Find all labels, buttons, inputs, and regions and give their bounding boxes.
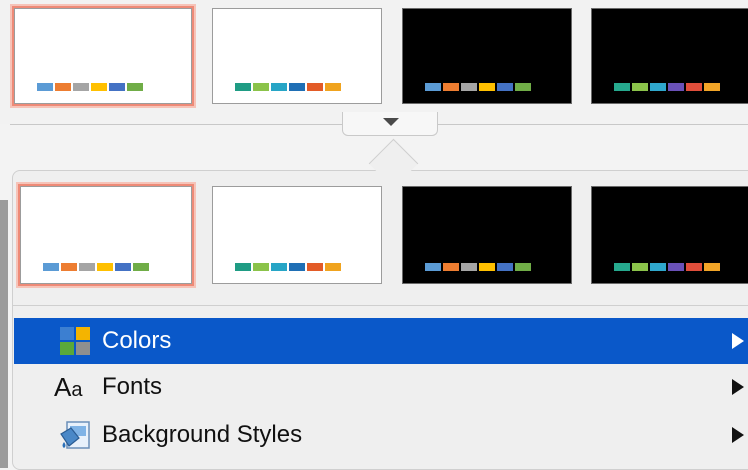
color-swatch [515,263,531,271]
color-swatch [461,83,477,91]
background-styles-icon [58,420,92,450]
color-swatch [650,83,666,91]
color-swatch [55,83,71,91]
color-swatch [497,263,513,271]
color-swatch [271,263,287,271]
color-swatch [443,263,459,271]
theme-variant-thumb[interactable] [402,8,572,104]
swatch-row [425,83,531,91]
theme-variants-strip [0,0,748,124]
dropdown-theme-variant-thumb[interactable] [402,186,572,284]
color-swatch [253,263,269,271]
window-edge [0,200,8,468]
color-swatch [479,263,495,271]
swatch-row [425,263,531,271]
color-swatch [704,83,720,91]
color-swatch [91,83,107,91]
menu-item-colors[interactable]: Colors [14,318,748,364]
color-swatch [109,83,125,91]
menu-item-fonts[interactable]: Aa Fonts [14,364,748,410]
menu-item-label: Colors [102,327,172,354]
color-swatch [443,83,459,91]
theme-variant-thumb[interactable] [12,6,194,106]
color-swatch [632,263,648,271]
font-icon-small-letter: a [71,378,83,401]
swatch-row [235,83,341,91]
submenu-arrow-icon [732,427,744,443]
color-swatch [37,83,53,91]
color-swatch [307,263,323,271]
color-swatch [686,263,702,271]
dropdown-theme-variant-thumb[interactable] [18,184,194,286]
color-swatch [668,83,684,91]
chevron-down-icon [383,118,399,126]
color-swatch [127,83,143,91]
submenu-arrow-icon [732,333,744,349]
menu-item-label: Background Styles [102,421,303,448]
color-swatch [650,263,666,271]
font-icon-big-letter: A [54,371,72,402]
swatch-row [37,83,143,91]
color-swatch [325,263,341,271]
theme-variant-thumb[interactable] [212,8,382,104]
color-swatch [425,263,441,271]
color-swatch [614,83,630,91]
submenu-arrow-icon [732,379,744,395]
color-swatch [73,83,89,91]
color-swatch [97,263,113,271]
color-swatch [686,83,702,91]
swatch-row [614,263,720,271]
color-swatch [289,83,305,91]
theme-variant-thumb[interactable] [591,8,748,104]
font-aa-icon: Aa [54,372,98,403]
color-swatch [425,83,441,91]
color-swatch [61,263,77,271]
color-swatch [253,83,269,91]
color-swatch [479,83,495,91]
color-swatch [133,263,149,271]
menu-item-label: Fonts [102,373,163,400]
menu-separator [12,305,748,306]
expand-gallery-button[interactable] [342,112,438,136]
color-swatch [307,83,323,91]
color-swatch [497,83,513,91]
color-swatch [289,263,305,271]
color-swatch [461,263,477,271]
swatch-row [43,263,149,271]
swatch-row [614,83,720,91]
color-swatch [632,83,648,91]
color-swatch [668,263,684,271]
color-swatch [704,263,720,271]
colors-grid-icon [58,326,92,356]
menu-item-background-styles[interactable]: Background Styles [14,412,748,458]
color-swatch [614,263,630,271]
color-swatch [271,83,287,91]
color-swatch [325,83,341,91]
dropdown-theme-variant-thumb[interactable] [591,186,748,284]
color-swatch [235,263,251,271]
color-swatch [43,263,59,271]
color-swatch [79,263,95,271]
swatch-row [235,263,341,271]
color-swatch [115,263,131,271]
dropdown-theme-variant-thumb[interactable] [212,186,382,284]
color-swatch [515,83,531,91]
color-swatch [235,83,251,91]
